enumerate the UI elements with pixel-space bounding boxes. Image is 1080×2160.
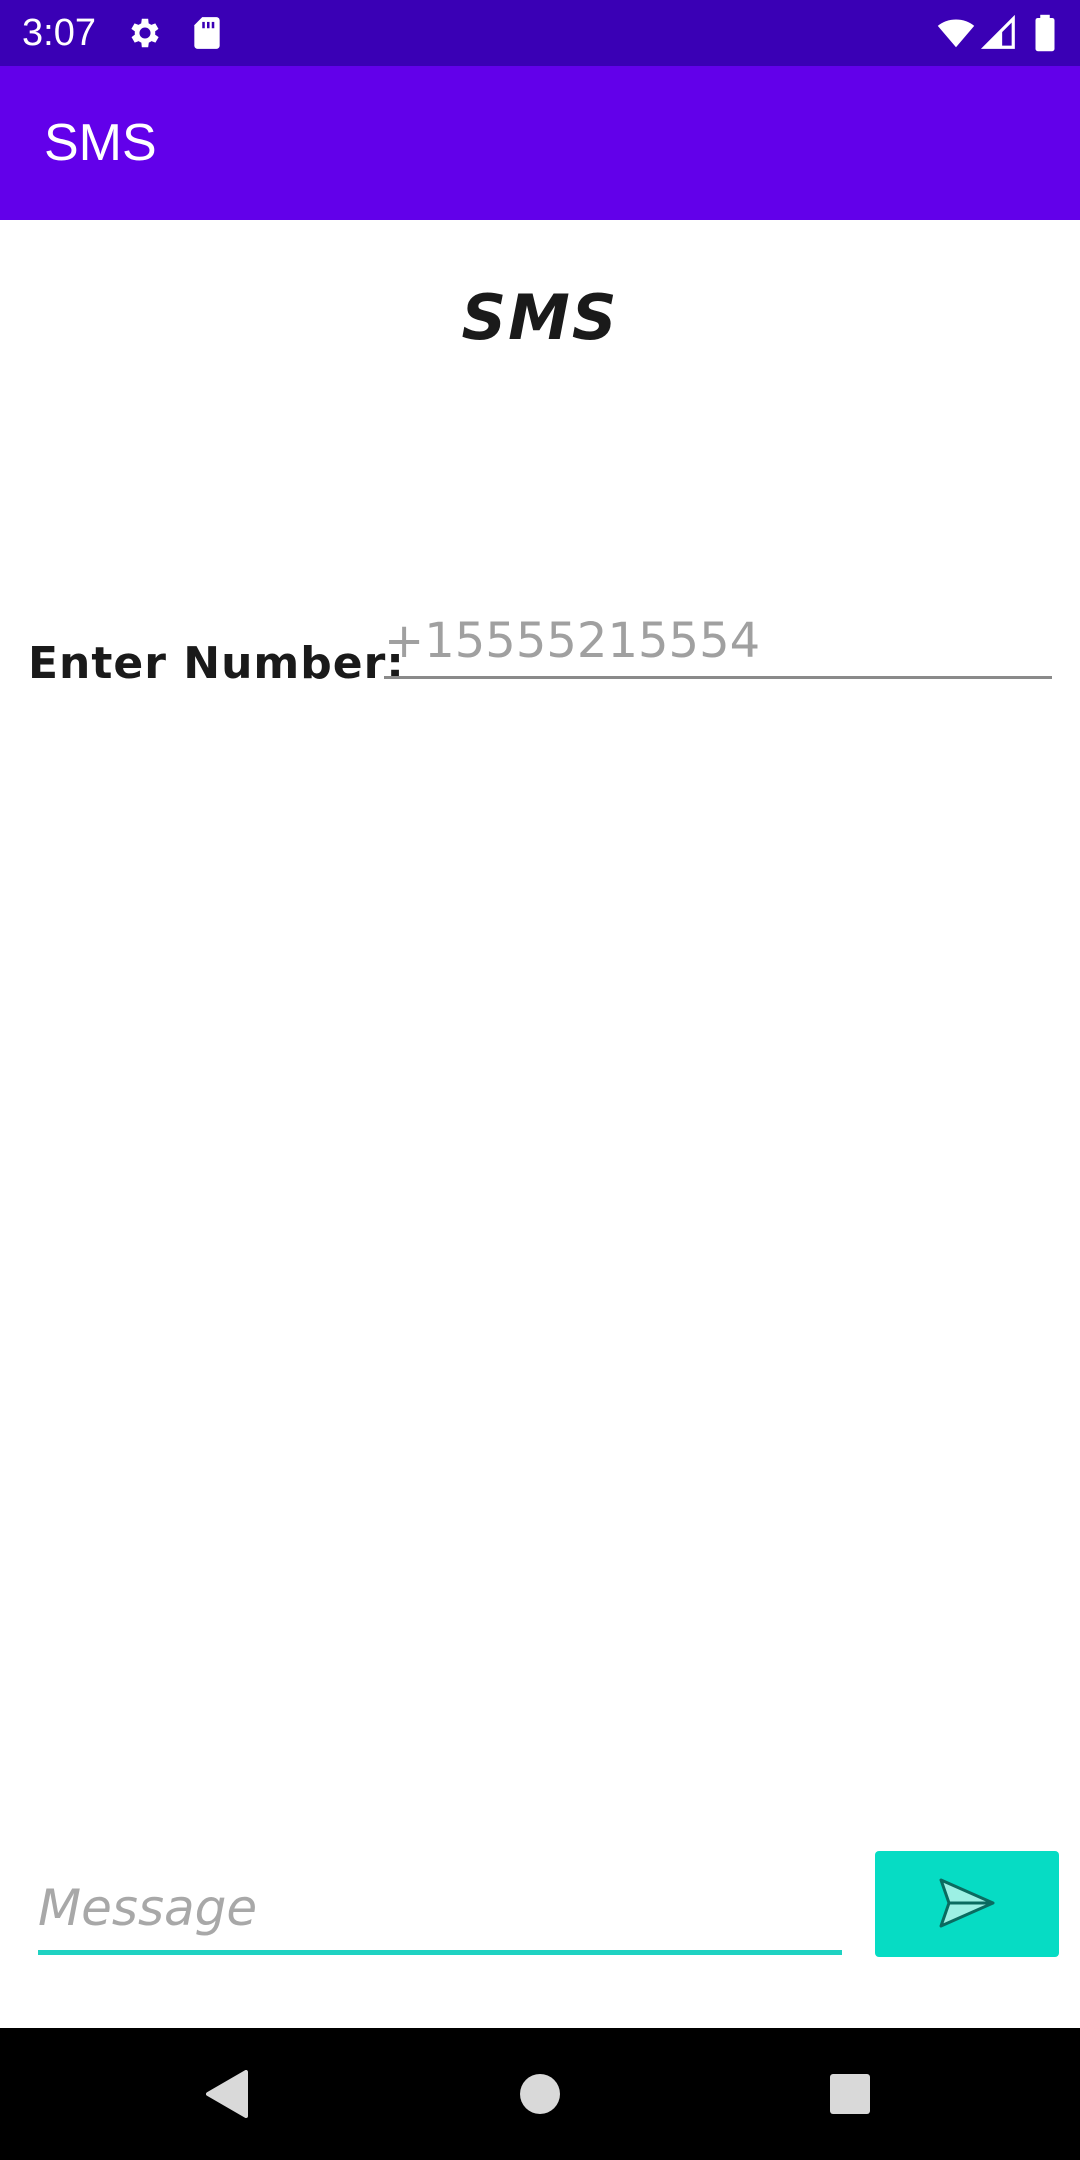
status-time: 3:07 (22, 12, 96, 54)
back-icon[interactable] (196, 2064, 256, 2124)
phone-number-input[interactable] (384, 606, 1052, 679)
sd-card-icon (188, 14, 226, 52)
signal-icon (980, 14, 1018, 52)
settings-gear-icon (126, 14, 164, 52)
wifi-icon (936, 14, 975, 52)
app-bar: SMS (0, 66, 1080, 220)
navigation-bar (0, 2028, 1080, 2160)
home-icon[interactable] (510, 2064, 570, 2124)
status-bar: 3:07 (0, 0, 1080, 66)
recents-icon[interactable] (820, 2064, 880, 2124)
number-label: Enter Number: (28, 638, 405, 689)
send-button[interactable] (875, 1851, 1059, 1957)
send-icon (937, 1876, 997, 1933)
app-bar-title: SMS (44, 114, 157, 172)
page-heading: SMS (461, 281, 619, 354)
sms-screen: 3:07 SMS SMS Enter Number: +15555215554 … (0, 0, 1080, 2160)
message-input[interactable] (38, 1866, 842, 1955)
battery-icon (1032, 14, 1058, 52)
